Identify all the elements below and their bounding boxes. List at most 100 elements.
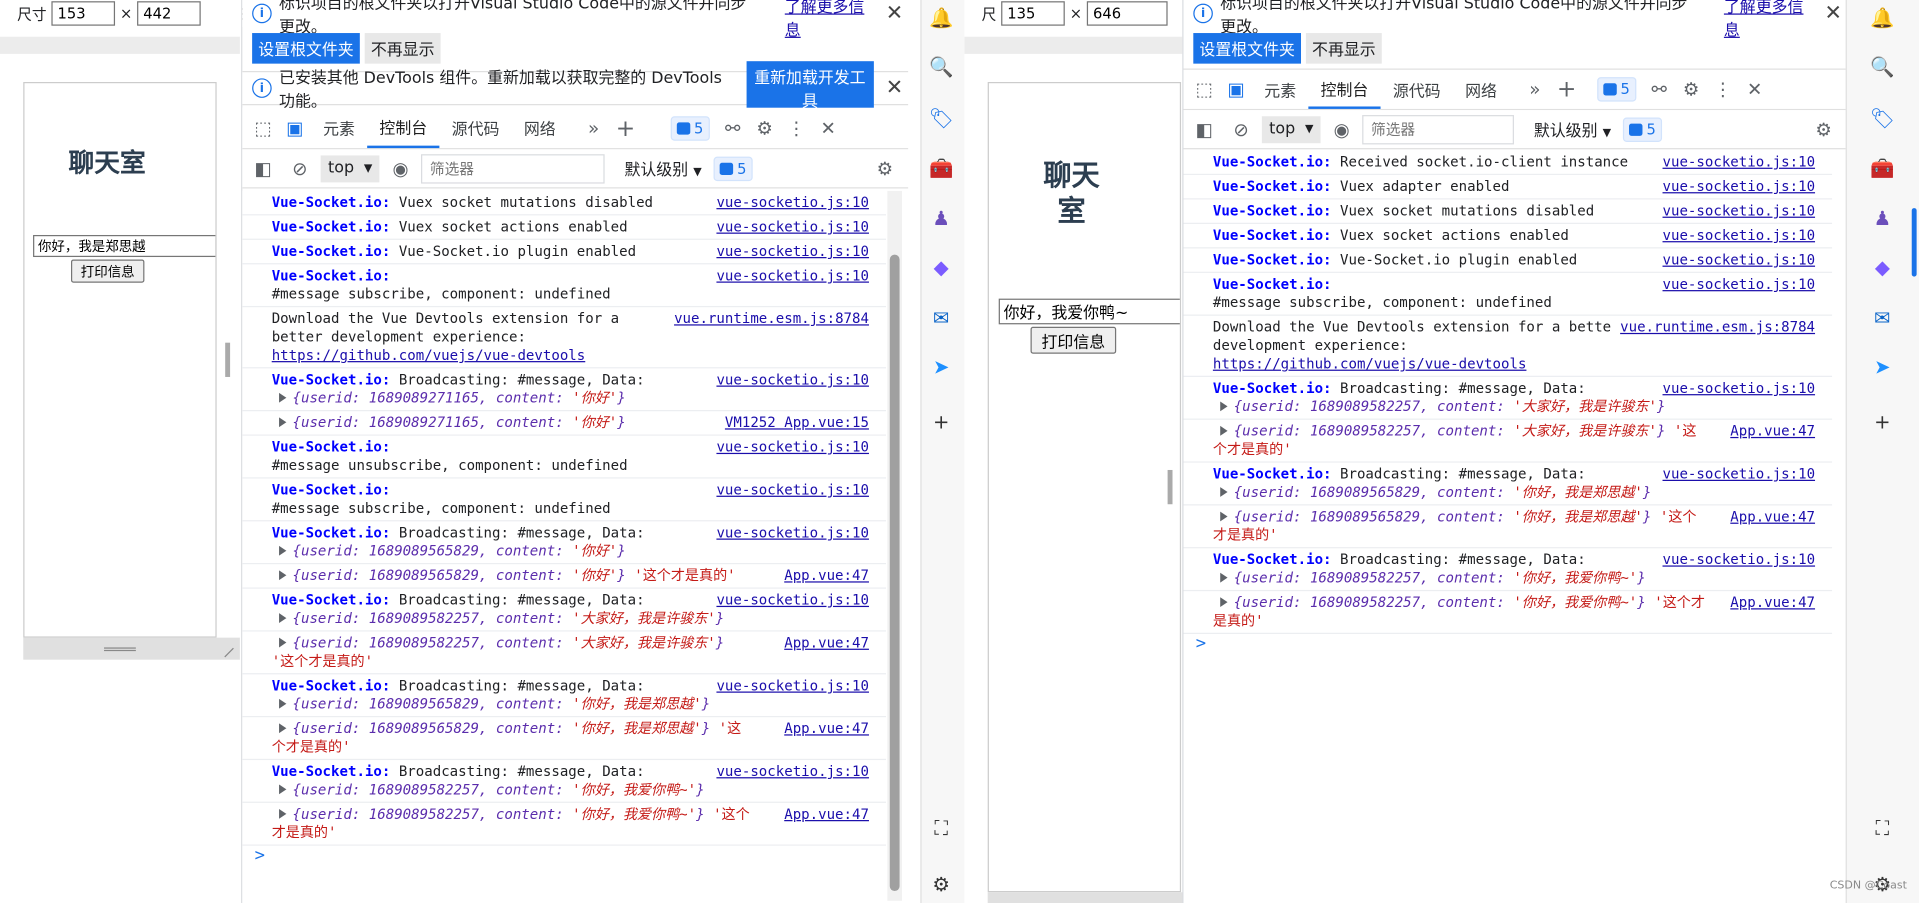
console-settings-icon[interactable]: ⚙ — [1808, 113, 1840, 145]
tag-icon[interactable]: 🏷 — [1869, 104, 1896, 131]
corner-resize-icon[interactable] — [216, 640, 234, 658]
source-link[interactable]: vue-socketio.js:10 — [709, 676, 869, 696]
close-icon[interactable]: ✕ — [1820, 2, 1847, 24]
tab-elements[interactable]: 元素 — [311, 108, 367, 148]
tab-console[interactable]: 控制台 — [1308, 70, 1381, 109]
dont-show-again-button[interactable]: 不再显示 — [364, 33, 441, 64]
source-link[interactable]: vue-socketio.js:10 — [1655, 275, 1816, 294]
source-link[interactable]: vue-socketio.js:10 — [1655, 201, 1816, 221]
viewport-resize-bar[interactable] — [987, 892, 1184, 903]
eye-icon[interactable]: ◉ — [385, 152, 417, 184]
close-devtools-icon[interactable]: ✕ — [812, 112, 844, 144]
pane-splitter-handle[interactable] — [225, 342, 231, 377]
height-input[interactable] — [1086, 1, 1168, 26]
bell-icon[interactable]: 🔔 — [928, 4, 955, 31]
clear-console-icon[interactable]: ⊘ — [1225, 113, 1257, 145]
expand-triangle-icon[interactable] — [279, 698, 287, 709]
expand-triangle-icon[interactable] — [1220, 487, 1228, 497]
expand-triangle-icon[interactable] — [279, 723, 287, 734]
plus-icon[interactable]: + — [1869, 408, 1896, 435]
clear-console-icon[interactable]: ⊘ — [284, 152, 316, 184]
source-link[interactable]: App.vue:47 — [776, 566, 869, 586]
more-tabs-icon[interactable]: » — [1519, 73, 1551, 105]
tab-sources[interactable]: 源代码 — [1381, 70, 1453, 109]
screenshot-icon[interactable]: ⛶ — [1869, 815, 1896, 842]
set-root-folder-button[interactable]: 设置根文件夹 — [252, 33, 360, 64]
expand-triangle-icon[interactable] — [1220, 572, 1228, 583]
filter-issues-badge[interactable]: 5 — [1623, 116, 1662, 142]
filter-input[interactable] — [421, 153, 605, 183]
context-selector[interactable]: top ▼ — [1261, 115, 1321, 143]
message-input[interactable] — [998, 298, 1180, 325]
send-icon[interactable]: ➤ — [928, 352, 955, 379]
source-link[interactable]: vue-socketio.js:10 — [709, 370, 869, 390]
expand-triangle-icon[interactable] — [1220, 597, 1228, 608]
toolbox-icon[interactable]: 🧰 — [928, 154, 955, 181]
devtools-link[interactable]: https://github.com/vuejs/vue-devtools — [272, 346, 586, 363]
send-icon[interactable]: ➤ — [1869, 352, 1896, 379]
tab-sources[interactable]: 源代码 — [439, 108, 511, 148]
expand-triangle-icon[interactable] — [279, 784, 287, 795]
connection-icon[interactable]: ⚯ — [1643, 73, 1675, 105]
print-message-button[interactable]: 打印信息 — [70, 259, 145, 283]
settings-gear-icon[interactable]: ⚙ — [749, 112, 781, 144]
context-selector[interactable]: top ▼ — [320, 154, 380, 182]
source-link[interactable]: vue-socketio.js:10 — [709, 217, 869, 237]
source-link[interactable]: vue-socketio.js:10 — [1655, 379, 1816, 398]
tab-network[interactable]: 网络 — [512, 108, 568, 148]
source-link[interactable]: vue-socketio.js:10 — [1655, 152, 1816, 172]
set-root-folder-button[interactable]: 设置根文件夹 — [1193, 33, 1302, 64]
width-input[interactable] — [1001, 1, 1065, 26]
tab-network[interactable]: 网络 — [1453, 70, 1509, 109]
expand-triangle-icon[interactable] — [279, 545, 287, 556]
log-level-selector[interactable]: 默认级别 ▼ — [617, 157, 709, 180]
tab-console[interactable]: 控制台 — [367, 108, 440, 149]
width-input[interactable] — [51, 1, 116, 26]
outlook-icon[interactable]: ✉ — [928, 304, 955, 331]
source-link[interactable]: App.vue:47 — [776, 805, 869, 824]
issues-badge[interactable]: 5 — [1597, 77, 1636, 102]
source-link[interactable]: vue.runtime.esm.js:8784 — [1612, 318, 1816, 337]
filter-issues-badge[interactable]: 5 — [713, 156, 753, 181]
close-icon[interactable]: ✕ — [881, 2, 908, 24]
source-link[interactable]: vue-socketio.js:10 — [1655, 177, 1816, 196]
eye-icon[interactable]: ◉ — [1326, 113, 1358, 145]
console-scrollbar[interactable] — [887, 190, 903, 901]
console-settings-icon[interactable]: ⚙ — [869, 152, 901, 184]
sidebar-toggle-icon[interactable]: ◧ — [247, 152, 279, 184]
scrollbar-thumb[interactable] — [889, 254, 900, 891]
more-menu-icon[interactable]: ⋮ — [780, 112, 812, 144]
pane-splitter-handle[interactable] — [1167, 469, 1173, 505]
more-tabs-icon[interactable]: » — [578, 112, 610, 144]
more-menu-icon[interactable]: ⋮ — [1707, 73, 1739, 105]
filter-input[interactable] — [1362, 114, 1515, 144]
sidebar-toggle-icon[interactable]: ◧ — [1188, 113, 1220, 145]
connection-icon[interactable]: ⚯ — [717, 112, 749, 144]
print-message-button[interactable]: 打印信息 — [1030, 326, 1117, 354]
tab-elements[interactable]: 元素 — [1252, 70, 1308, 109]
inspect-element-icon[interactable]: ⬚ — [1188, 73, 1220, 105]
source-link[interactable]: vue-socketio.js:10 — [709, 193, 869, 212]
device-toolbar-icon[interactable]: ▣ — [279, 112, 311, 144]
close-devtools-icon[interactable]: ✕ — [1739, 73, 1771, 105]
source-link[interactable]: vue-socketio.js:10 — [709, 480, 869, 500]
source-link[interactable]: vue-socketio.js:10 — [1655, 550, 1816, 570]
resize-grip-icon[interactable] — [104, 647, 136, 652]
dont-show-again-button[interactable]: 不再显示 — [1305, 33, 1382, 64]
close-icon[interactable]: ✕ — [881, 77, 908, 99]
source-link[interactable]: vue-socketio.js:10 — [709, 523, 869, 543]
log-level-selector[interactable]: 默认级别 ▼ — [1526, 117, 1618, 140]
gear-icon[interactable]: ⚙ — [928, 870, 955, 897]
learn-more-link[interactable]: 了解更多信息 — [1724, 0, 1812, 40]
search-icon[interactable]: 🔍 — [928, 53, 955, 80]
source-link[interactable]: vue-socketio.js:10 — [709, 438, 869, 457]
source-link[interactable]: vue-socketio.js:10 — [709, 762, 869, 781]
expand-triangle-icon[interactable] — [279, 637, 287, 648]
learn-more-link[interactable]: 了解更多信息 — [785, 0, 874, 40]
device-toolbar-icon[interactable]: ▣ — [1220, 73, 1252, 105]
source-link[interactable]: vue-socketio.js:10 — [709, 266, 869, 286]
copilot-icon[interactable]: ◆ — [928, 253, 955, 280]
expand-triangle-icon[interactable] — [279, 808, 287, 819]
chess-icon[interactable]: ♟ — [928, 204, 955, 231]
expand-triangle-icon[interactable] — [279, 417, 287, 428]
